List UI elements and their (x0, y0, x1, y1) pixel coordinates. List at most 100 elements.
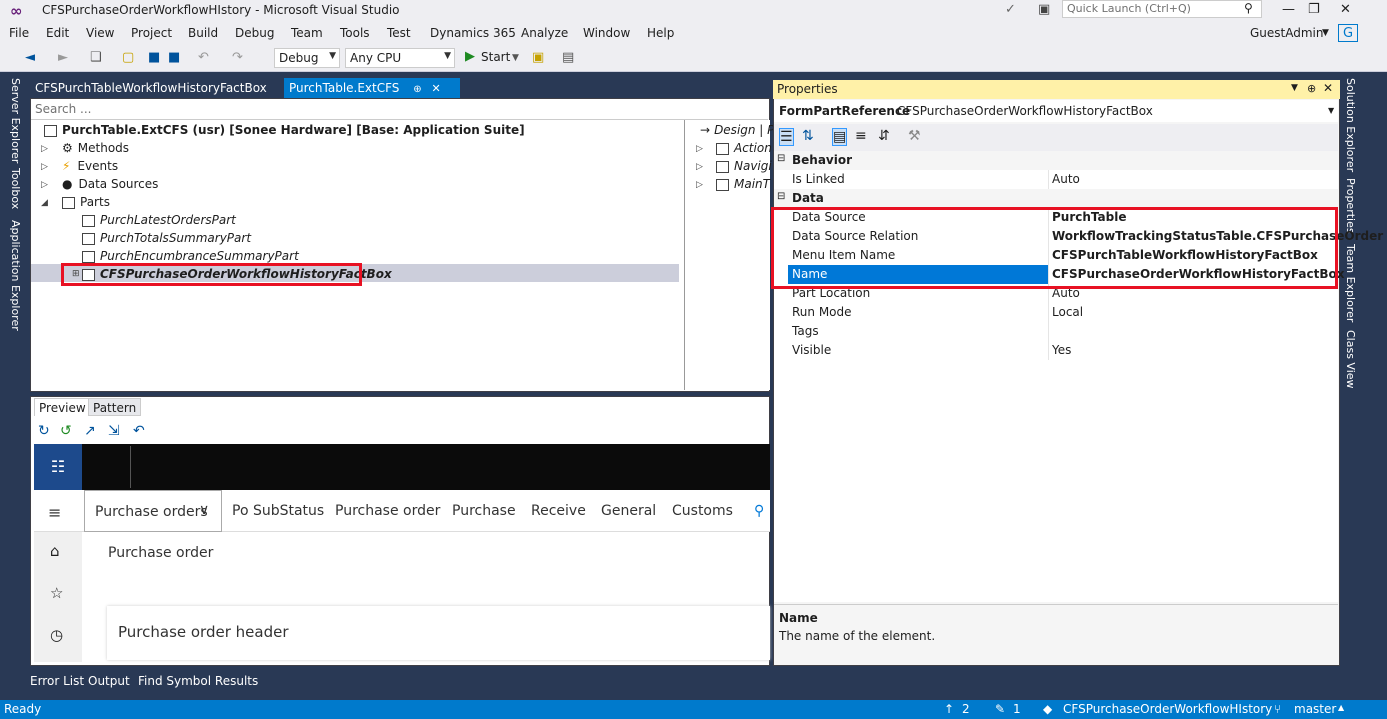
unpushed-count[interactable]: 2 (962, 702, 970, 716)
toolbox-tab[interactable]: Toolbox (9, 168, 22, 209)
repo-icon[interactable]: ◆ (1043, 702, 1052, 716)
tree-part-item[interactable]: PurchLatestOrdersPart (82, 211, 236, 229)
menu-edit[interactable]: Edit (46, 26, 69, 40)
tree-node-events[interactable]: ⚡ Events (62, 157, 118, 175)
redo-icon[interactable]: ↷ (232, 50, 243, 65)
design-node[interactable]: → Design | P (700, 121, 774, 139)
close-icon[interactable]: ✕ (431, 82, 440, 95)
tree-part-item[interactable]: PurchTotalsSummaryPart (82, 229, 251, 247)
menu-debug[interactable]: Debug (235, 26, 274, 40)
categorized-icon[interactable]: ☰ (779, 128, 794, 146)
pin-icon[interactable]: ⊕ (1307, 82, 1316, 95)
close-icon[interactable]: ✕ (1323, 81, 1333, 95)
server-explorer-tab[interactable]: Server Explorer (9, 78, 22, 163)
play-icon[interactable]: ▶ (465, 49, 475, 64)
undo-icon[interactable]: ↶ (133, 423, 145, 439)
user-name[interactable]: GuestAdmin (1250, 26, 1324, 40)
designer-search-input[interactable]: Search ... (31, 100, 768, 120)
notification-icon[interactable]: ▣ (1038, 2, 1050, 17)
property-row[interactable]: Tags (774, 322, 1338, 342)
expand-icon[interactable]: ▷ (41, 180, 48, 190)
close-button[interactable]: ✕ (1340, 2, 1351, 17)
maximize-button[interactable]: ❐ (1308, 2, 1320, 17)
expand-icon[interactable]: ▷ (696, 144, 703, 154)
export-icon[interactable]: ⇲ (108, 423, 120, 439)
platform-select[interactable]: Any CPU ▼ (345, 48, 455, 68)
config-select[interactable]: Debug ▼ (274, 48, 340, 68)
attach-icon[interactable]: ▣ (532, 50, 544, 65)
waffle-icon[interactable]: ☷ (34, 444, 82, 490)
save-all-icon[interactable]: ■ (168, 50, 180, 65)
property-row[interactable]: Is Linked Auto (774, 170, 1338, 190)
application-explorer-tab[interactable]: Application Explorer (9, 220, 22, 331)
layout-icon[interactable]: ▤ (562, 50, 574, 65)
tree-node-methods[interactable]: ⚙ Methods (62, 139, 129, 157)
menu-analyze[interactable]: Analyze (521, 26, 568, 40)
nav-receive[interactable]: Receive (531, 503, 586, 519)
nav-customs[interactable]: Customs (672, 503, 733, 519)
chevron-down-icon[interactable]: ▼ (1291, 83, 1298, 93)
home-icon[interactable]: ⌂ (50, 542, 60, 560)
feedback-icon[interactable]: ✓ (1005, 2, 1016, 17)
design-node[interactable]: Navigi (716, 157, 772, 175)
nav-purchase-order[interactable]: Purchase order (335, 503, 440, 519)
properties-tab[interactable]: Properties (1344, 178, 1357, 234)
forward-icon[interactable]: ► (58, 50, 68, 65)
expand-icon[interactable]: ▷ (696, 180, 703, 190)
pin-icon[interactable]: ⊕ (413, 84, 421, 95)
nav-purchase[interactable]: Purchase (452, 503, 516, 519)
team-explorer-tab[interactable]: Team Explorer (1344, 244, 1357, 322)
nav-po-substatus[interactable]: Po SubStatus (232, 503, 324, 519)
open-folder-icon[interactable]: ▢ (122, 50, 134, 65)
tab-find-symbol[interactable]: Find Symbol Results (138, 674, 258, 688)
tab-pattern[interactable]: Pattern (88, 398, 142, 416)
branch-name[interactable]: master (1294, 702, 1336, 716)
chevron-up-icon[interactable]: ▲ (1338, 703, 1344, 712)
class-view-tab[interactable]: Class View (1344, 330, 1357, 389)
menu-window[interactable]: Window (583, 26, 630, 40)
chevron-down-icon[interactable]: ▼ (512, 53, 519, 63)
object-selector[interactable]: FormPartReference CFSPurchaseOrderWorkfl… (774, 100, 1338, 122)
tree-root[interactable]: PurchTable.ExtCFS (usr) [Sonee Hardware]… (44, 121, 525, 139)
properties-icon[interactable]: ▤ (832, 128, 848, 146)
menu-build[interactable]: Build (188, 26, 218, 40)
menu-test[interactable]: Test (387, 26, 411, 40)
star-icon[interactable]: ☆ (50, 584, 63, 602)
chevron-down-icon[interactable]: ▼ (1322, 28, 1329, 38)
menu-help[interactable]: Help (647, 26, 674, 40)
menu-view[interactable]: View (86, 26, 114, 40)
menu-tools[interactable]: Tools (340, 26, 370, 40)
sort-icon[interactable]: ⇵ (878, 128, 890, 144)
menu-file[interactable]: File (9, 26, 29, 40)
events-icon[interactable]: ≡ (855, 128, 867, 144)
tab-factbox[interactable]: CFSPurchTableWorkflowHistoryFactBox (30, 78, 282, 98)
hamburger-icon[interactable]: ≡ (48, 503, 61, 522)
category-data[interactable]: ⊟ Data (774, 189, 1338, 208)
wrench-icon[interactable]: ⚒ (908, 128, 921, 144)
quick-launch-input[interactable]: Quick Launch (Ctrl+Q) (1062, 0, 1262, 18)
minimize-button[interactable]: — (1282, 2, 1295, 17)
tree-node-parts[interactable]: Parts (62, 193, 110, 211)
nav-tab-active[interactable]: Purchase orders ∨ (84, 490, 222, 532)
pencil-icon[interactable]: ✎ (995, 702, 1005, 716)
sync-icon[interactable]: ↺ (60, 423, 72, 439)
collapse-icon[interactable]: ◢ (41, 198, 48, 208)
save-icon[interactable]: ■ (148, 50, 160, 65)
open-window-icon[interactable]: ↗ (84, 423, 96, 439)
category-behavior[interactable]: ⊟ Behavior (774, 151, 1338, 170)
new-project-icon[interactable]: ❑ (90, 50, 102, 65)
undo-icon[interactable]: ↶ (198, 50, 209, 65)
tab-output[interactable]: Output (88, 674, 130, 688)
tab-preview[interactable]: Preview (34, 398, 91, 416)
menu-team[interactable]: Team (291, 26, 323, 40)
solution-explorer-tab[interactable]: Solution Explorer (1344, 78, 1357, 172)
clock-icon[interactable]: ◷ (50, 626, 63, 644)
expand-icon[interactable]: ▷ (41, 144, 48, 154)
header-card[interactable]: Purchase order header (107, 606, 770, 660)
repo-name[interactable]: CFSPurchaseOrderWorkflowHIstory (1063, 702, 1272, 716)
design-node[interactable]: MainT (716, 175, 770, 193)
tree-node-data-sources[interactable]: ● Data Sources (62, 175, 158, 193)
menu-dynamics[interactable]: Dynamics 365 (430, 26, 516, 40)
tab-error-list[interactable]: Error List (30, 674, 84, 688)
expand-icon[interactable]: ▷ (696, 162, 703, 172)
